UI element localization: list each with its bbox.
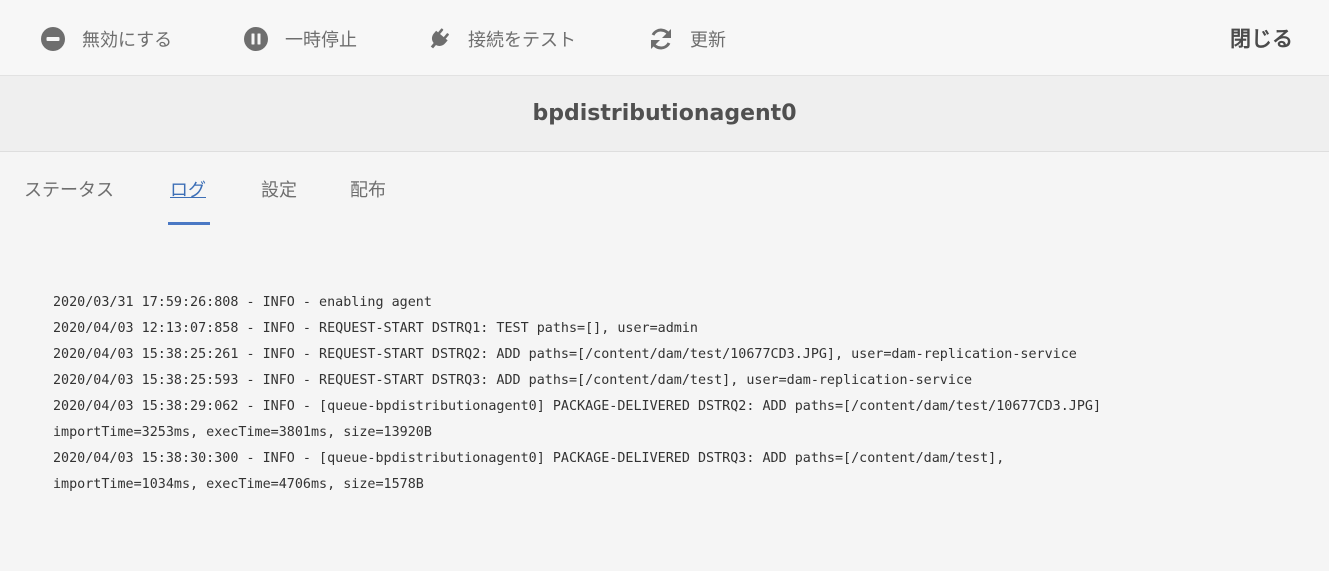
log-line: importTime=3253ms, execTime=3801ms, size…: [53, 425, 432, 440]
toolbar: 無効にする 一時停止 接続をテスト 更新 閉じる: [0, 0, 1329, 76]
log-line: 2020/04/03 12:13:07:858 - INFO - REQUEST…: [53, 321, 698, 336]
title-bar: bpdistributionagent0: [0, 76, 1329, 152]
minus-circle-icon: [40, 26, 66, 52]
page-title: bpdistributionagent0: [532, 101, 797, 126]
close-button[interactable]: 閉じる: [1230, 22, 1293, 56]
refresh-icon: [648, 26, 674, 52]
test-connection-label: 接続をテスト: [468, 30, 576, 51]
tab-bar: ステータス ログ 設定 配布: [0, 152, 1329, 228]
refresh-button[interactable]: 更新: [648, 22, 726, 56]
log-line: 2020/04/03 15:38:30:300 - INFO - [queue-…: [53, 451, 1005, 466]
log-line: 2020/04/03 15:38:25:261 - INFO - REQUEST…: [53, 347, 1077, 362]
log-line: 2020/04/03 15:38:29:062 - INFO - [queue-…: [53, 399, 1102, 414]
refresh-label: 更新: [690, 30, 726, 51]
disable-button[interactable]: 無効にする: [40, 22, 172, 56]
pause-button[interactable]: 一時停止: [243, 22, 357, 56]
test-connection-button[interactable]: 接続をテスト: [426, 22, 576, 56]
active-tab-indicator: [168, 222, 210, 225]
log-output: 2020/03/31 17:59:26:808 - INFO - enablin…: [53, 290, 1303, 498]
tab-log[interactable]: ログ: [170, 176, 206, 202]
log-line: 2020/03/31 17:59:26:808 - INFO - enablin…: [53, 295, 432, 310]
plug-icon: [426, 26, 452, 52]
tab-distribution[interactable]: 配布: [350, 176, 386, 202]
disable-label: 無効にする: [82, 30, 173, 51]
pause-label: 一時停止: [285, 30, 357, 51]
pause-circle-icon: [243, 26, 269, 52]
tab-status[interactable]: ステータス: [24, 176, 114, 202]
log-line: 2020/04/03 15:38:25:593 - INFO - REQUEST…: [53, 373, 973, 388]
log-line: importTime=1034ms, execTime=4706ms, size…: [53, 477, 424, 492]
tab-settings[interactable]: 設定: [261, 176, 297, 202]
